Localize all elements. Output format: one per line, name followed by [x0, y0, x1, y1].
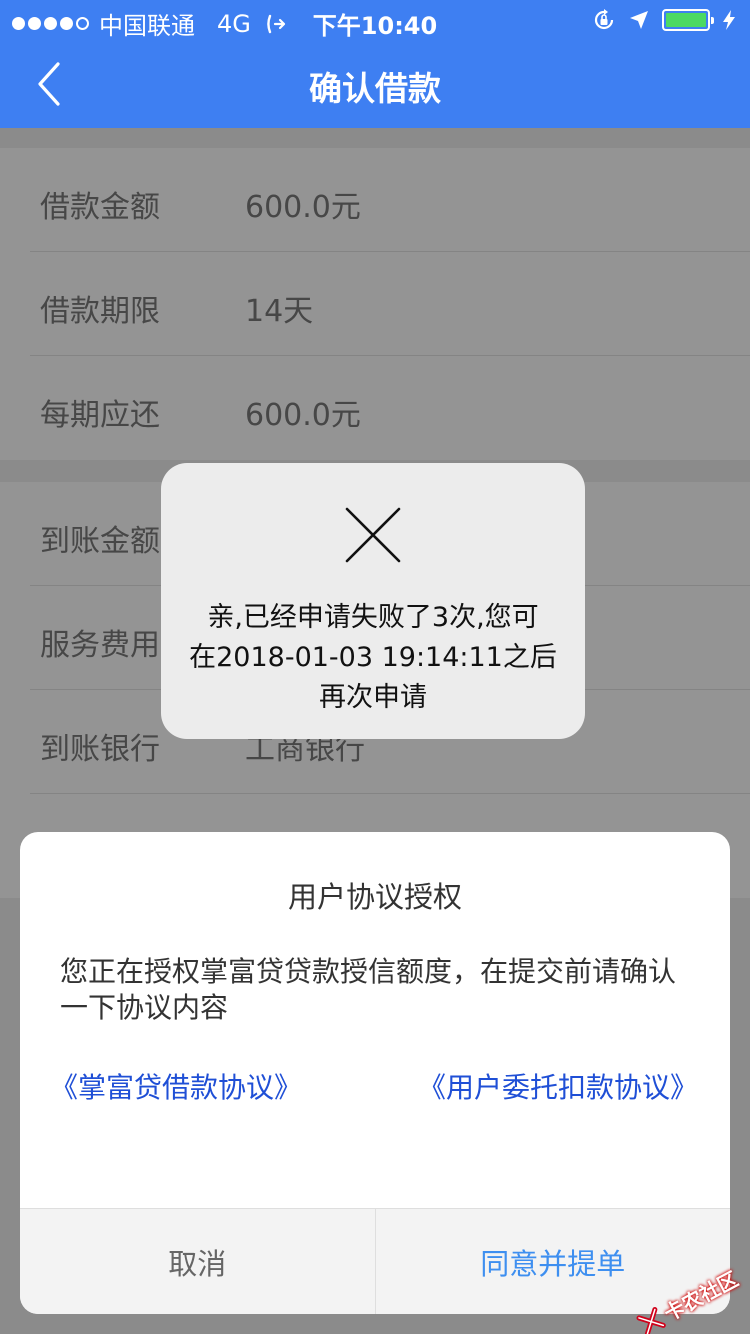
dialog-title: 用户协议授权 — [287, 880, 462, 914]
status-bar: 中国联通 4G 下午10:40 — [0, 0, 750, 40]
dialog-body: 您正在授权掌富贷贷款授信额度，在提交前请确认一下协议内容 — [60, 955, 677, 1024]
battery-icon — [662, 9, 714, 31]
agreement-dialog: 用户协议授权 您正在授权掌富贷贷款授信额度，在提交前请确认一下协议内容 《掌富贷… — [20, 832, 730, 1314]
battery-fill — [666, 13, 706, 27]
status-right — [592, 8, 736, 32]
toast-line: 再次申请 — [319, 682, 427, 713]
orientation-lock-icon — [594, 9, 614, 30]
toast-line: 在2018-01-03 19:14:11之后 — [189, 642, 557, 673]
cancel-button[interactable]: 取消 — [20, 1209, 376, 1314]
debit-agreement-link[interactable]: 《用户委托扣款协议》 — [418, 1066, 698, 1106]
close-x-icon — [345, 507, 401, 563]
toast-message: 亲,已经申请失败了3次,您可 在2018-01-03 19:14:11之后 再次… — [171, 598, 575, 718]
location-arrow-icon — [630, 11, 648, 29]
error-toast: 亲,已经申请失败了3次,您可 在2018-01-03 19:14:11之后 再次… — [161, 463, 585, 739]
charging-bolt-icon — [723, 10, 735, 30]
toast-line: 亲,已经申请失败了3次,您可 — [207, 602, 539, 633]
page-title: 确认借款 — [309, 69, 441, 108]
dialog-buttons: 取消 同意并提单 — [20, 1208, 730, 1314]
nav-bar: 确认借款 — [0, 40, 750, 128]
loan-agreement-link[interactable]: 《掌富贷借款协议》 — [50, 1066, 302, 1106]
